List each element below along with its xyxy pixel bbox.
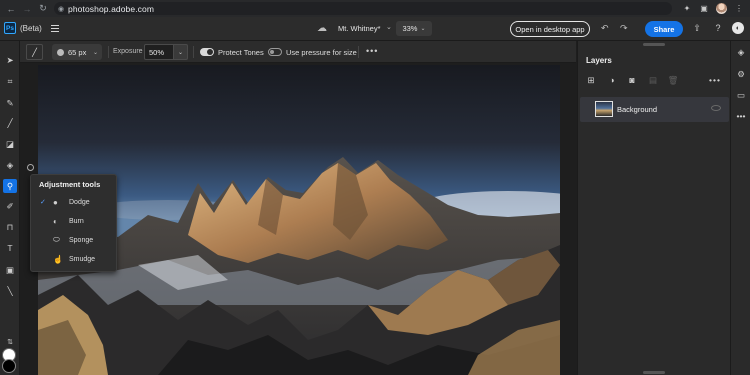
open-in-desktop-button[interactable]: Open in desktop app bbox=[510, 21, 590, 37]
burn-icon: ◐ bbox=[53, 216, 58, 226]
layers-panel-icon[interactable]: ◈ bbox=[735, 46, 747, 58]
eyedropper-tool[interactable]: ╲ bbox=[3, 284, 17, 298]
exposure-label: Exposure bbox=[113, 48, 143, 55]
flyout-title: Adjustment tools bbox=[39, 180, 101, 189]
brush-tool[interactable]: ╱ bbox=[3, 116, 17, 130]
flyout-item-label: Smudge bbox=[69, 255, 96, 263]
flyout-item-dodge[interactable]: ✓ ● Dodge bbox=[31, 194, 118, 210]
sponge-icon: ⬭ bbox=[53, 235, 60, 244]
layers-title: Layers bbox=[586, 56, 612, 65]
extensions-icon[interactable]: ✦ bbox=[682, 4, 692, 14]
divider bbox=[358, 46, 359, 58]
brush-size-dropdown[interactable]: 65 px ⌄ bbox=[52, 44, 102, 60]
comments-panel-icon[interactable]: ▭ bbox=[735, 89, 747, 101]
hamburger-menu-icon[interactable] bbox=[49, 22, 61, 34]
divider bbox=[193, 46, 194, 58]
undo-icon[interactable]: ↶ bbox=[601, 23, 609, 34]
help-icon[interactable]: ? bbox=[712, 22, 724, 34]
smudge-icon: ☝ bbox=[53, 254, 63, 264]
layer-thumbnail bbox=[595, 101, 613, 117]
redo-icon[interactable]: ↷ bbox=[620, 23, 628, 34]
divider bbox=[108, 46, 109, 58]
lasso-tool[interactable]: ⌗ bbox=[3, 74, 17, 88]
zoom-dropdown[interactable]: 33% ⌄ bbox=[396, 21, 432, 36]
chevron-down-icon[interactable]: ⌄ bbox=[386, 23, 392, 31]
use-pressure-label: Use pressure for size bbox=[286, 48, 357, 57]
protect-tones-label: Protect Tones bbox=[218, 48, 264, 57]
visibility-eye-icon[interactable] bbox=[711, 105, 721, 111]
app-header: Ps (Beta) ☁ Mt. Whitney* ⌄ 33% ⌄ Open in… bbox=[0, 17, 750, 41]
flyout-item-smudge[interactable]: ☝ Smudge bbox=[31, 251, 118, 267]
flyout-item-sponge[interactable]: ⬭ Sponge bbox=[31, 232, 118, 248]
reload-icon[interactable]: ↻ bbox=[36, 0, 50, 17]
crop-tool[interactable]: ⊓ bbox=[3, 220, 17, 234]
back-icon[interactable]: ← bbox=[4, 0, 18, 17]
more-options-icon[interactable]: ••• bbox=[366, 46, 378, 56]
user-avatar[interactable]: ◐ bbox=[732, 22, 744, 34]
eraser-tool[interactable]: ◪ bbox=[3, 137, 17, 151]
share-button[interactable]: Share bbox=[645, 21, 683, 37]
layer-more-icon[interactable]: ••• bbox=[709, 74, 721, 86]
tool-rail: ⇅ ➤ ⌗ ✎ ╱ ◪ ◈ ⚲ ✐ ⊓ T ▣ ╲ bbox=[0, 41, 20, 375]
add-layer-icon[interactable]: ⊞ bbox=[585, 74, 597, 86]
dodge-tool[interactable]: ⚲ bbox=[3, 179, 17, 193]
brush-preset-icon[interactable]: ╱ bbox=[26, 44, 43, 60]
more-icon[interactable]: ⋮ bbox=[734, 4, 744, 14]
photoshop-logo: Ps bbox=[4, 22, 16, 34]
panel-grip[interactable] bbox=[643, 43, 665, 46]
use-pressure-toggle[interactable] bbox=[268, 48, 282, 56]
checkmark-icon: ✓ bbox=[40, 199, 46, 206]
profile-avatar[interactable] bbox=[716, 3, 727, 14]
add-mask-icon[interactable]: ◙ bbox=[626, 74, 638, 86]
site-info-icon[interactable]: ◉ bbox=[54, 5, 68, 13]
background-color-swatch[interactable] bbox=[2, 359, 16, 373]
exposure-dropdown-button[interactable]: ⌄ bbox=[174, 44, 188, 60]
sidebar-icon[interactable]: ▣ bbox=[699, 4, 709, 14]
adjustment-layer-icon[interactable]: ◑ bbox=[606, 74, 618, 86]
quick-select-tool[interactable]: ✎ bbox=[3, 96, 17, 110]
layers-panel: Layers ⊞ ◑ ◙ ▤ 🗑 ••• Background bbox=[577, 41, 730, 375]
brush-size-value: 65 px bbox=[68, 47, 87, 57]
healing-brush-tool[interactable]: ✐ bbox=[3, 199, 17, 213]
browser-toolbar: ← → ↻ ◉ photoshop.adobe.com ✦ ▣ ⋮ bbox=[0, 0, 750, 17]
properties-panel-icon[interactable]: ⚙ bbox=[735, 68, 747, 80]
flyout-item-label: Sponge bbox=[69, 236, 94, 244]
layer-name: Background bbox=[617, 105, 658, 114]
protect-tones-toggle[interactable] bbox=[200, 48, 214, 56]
chevron-down-icon: ⌄ bbox=[92, 49, 98, 56]
type-tool[interactable]: T bbox=[3, 241, 17, 255]
delete-layer-icon[interactable]: 🗑 bbox=[667, 74, 679, 86]
adjustment-tools-flyout: Adjustment tools ✓ ● Dodge ◐ Burn ⬭ Sponge ☝ Smu… bbox=[30, 174, 117, 272]
panel-grip[interactable] bbox=[643, 371, 665, 374]
beta-label: (Beta) bbox=[20, 24, 42, 33]
url-text: photoshop.adobe.com bbox=[68, 3, 155, 14]
flyout-item-label: Burn bbox=[69, 217, 84, 225]
cloud-icon: ☁ bbox=[317, 23, 327, 34]
export-icon[interactable]: ⇧ bbox=[691, 22, 703, 34]
document-title[interactable]: Mt. Whitney* bbox=[338, 24, 381, 33]
flyout-item-label: Dodge bbox=[69, 198, 90, 206]
flyout-item-burn[interactable]: ◐ Burn bbox=[31, 213, 118, 229]
brush-dot-icon bbox=[57, 48, 64, 56]
image-tool[interactable]: ▣ bbox=[3, 263, 17, 277]
forward-icon[interactable]: → bbox=[20, 0, 34, 17]
layer-row-background[interactable]: Background bbox=[580, 97, 729, 122]
dodge-icon: ● bbox=[53, 197, 58, 207]
move-tool[interactable]: ➤ bbox=[3, 53, 17, 67]
swap-colors-icon[interactable]: ⇅ bbox=[3, 335, 17, 349]
exposure-input[interactable]: 50% bbox=[144, 44, 174, 60]
right-panel-rail: ◈ ⚙ ▭ ••• bbox=[730, 41, 750, 375]
tool-options-bar: ╱ 65 px ⌄ Exposure 50% ⌄ Protect Tones U… bbox=[20, 41, 576, 63]
brush-cursor bbox=[27, 164, 34, 171]
address-bar[interactable]: ◉ photoshop.adobe.com bbox=[54, 2, 672, 15]
chevron-down-icon: ⌄ bbox=[420, 26, 426, 32]
zoom-value: 33% bbox=[402, 24, 418, 33]
group-icon[interactable]: ▤ bbox=[647, 74, 659, 86]
more-panels-icon[interactable]: ••• bbox=[735, 110, 747, 122]
paint-bucket-tool[interactable]: ◈ bbox=[3, 158, 17, 172]
